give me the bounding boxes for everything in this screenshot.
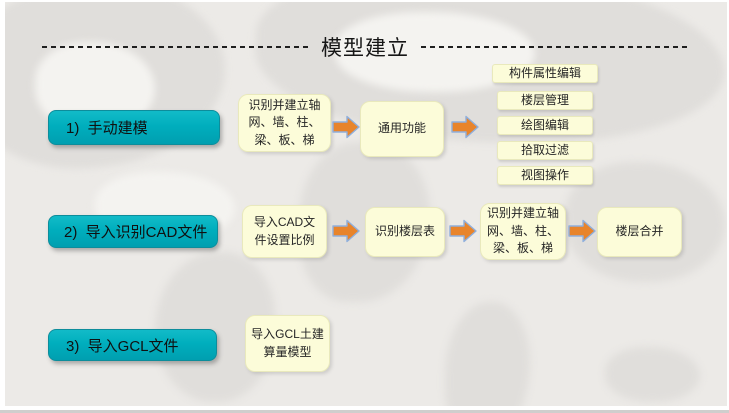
step-box-import-gcl-model: 导入GCL土建算量模型 — [245, 315, 330, 372]
source-box-import-gcl: 3) 导入GCL文件 — [48, 329, 217, 361]
source-box-label: 3) 导入GCL文件 — [66, 337, 179, 355]
output-box-floor-manage: 楼层管理 — [497, 91, 593, 110]
title-dashed-line-right — [421, 46, 688, 48]
slide: 模型建立 1) 手动建模 识别并建立轴网、墙、柱、梁、板、梯 通用功能 构件属性… — [0, 0, 729, 413]
source-box-label: 2) 导入识别CAD文件 — [64, 224, 208, 241]
step-box-import-cad-scale: 导入CAD文件设置比例 — [242, 205, 327, 258]
step-box-build-axis-1: 识别并建立轴网、墙、柱、梁、板、梯 — [238, 94, 331, 152]
flow-arrow-icon — [332, 115, 360, 139]
step-box-build-axis-2: 识别并建立轴网、墙、柱、梁、板、梯 — [480, 203, 566, 260]
output-box-view-operate: 视图操作 — [497, 166, 593, 185]
step-box-floor-merge: 楼层合并 — [597, 207, 682, 257]
flow-arrow-icon — [568, 219, 596, 243]
map-blob — [445, 302, 530, 406]
source-box-manual-modeling: 1) 手动建模 — [48, 110, 220, 145]
source-box-label: 1) 手动建模 — [66, 120, 148, 137]
step-box-common-functions: 通用功能 — [360, 101, 444, 157]
page-title: 模型建立 — [321, 37, 409, 60]
flow-arrow-icon — [332, 219, 360, 243]
flow-arrow-icon — [451, 115, 479, 139]
step-box-floor-table: 识别楼层表 — [365, 207, 445, 257]
section-title-row: 模型建立 — [42, 34, 688, 60]
output-box-pick-filter: 拾取过滤 — [497, 141, 593, 160]
title-dashed-line-left — [42, 46, 309, 48]
output-box-attribute-edit: 构件属性编辑 — [492, 64, 598, 83]
output-box-draw-edit: 绘图编辑 — [497, 116, 593, 135]
source-box-import-cad: 2) 导入识别CAD文件 — [48, 215, 218, 248]
flow-arrow-icon — [449, 219, 477, 243]
map-blob — [605, 347, 700, 402]
